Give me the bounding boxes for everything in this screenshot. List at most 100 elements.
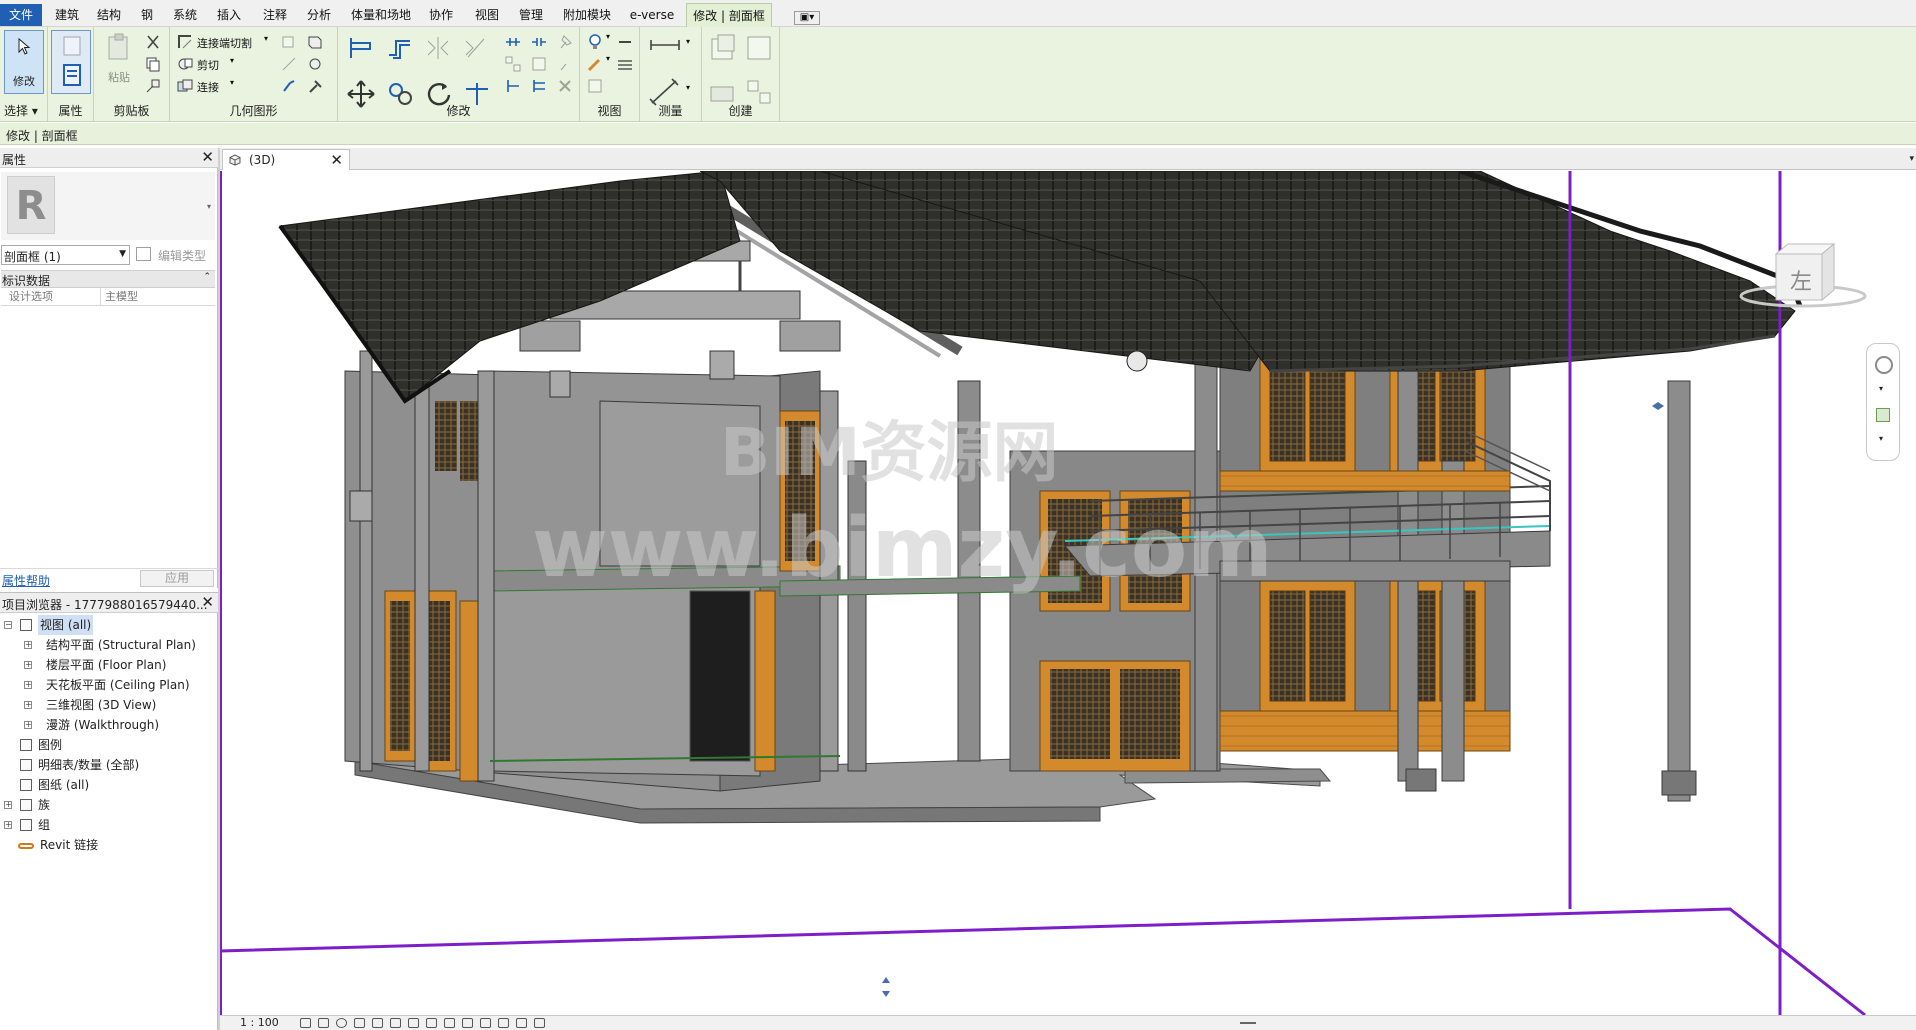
- cut-label[interactable]: 剪切: [197, 57, 219, 73]
- align-icon[interactable]: [348, 35, 376, 61]
- unpin-icon[interactable]: [556, 55, 574, 73]
- expand-icon[interactable]: +: [24, 641, 32, 649]
- browser-node[interactable]: + 组: [0, 815, 218, 835]
- instance-filter-select[interactable]: 剖面框 (1) ▼: [1, 245, 130, 265]
- analysis-display-icon[interactable]: [498, 1018, 509, 1028]
- viewcube[interactable]: 左: [1738, 236, 1868, 316]
- expand-icon[interactable]: +: [4, 801, 12, 809]
- split-gap-icon[interactable]: [530, 33, 548, 51]
- bulb-dropdown-icon[interactable]: ▾: [606, 32, 610, 41]
- demolish-icon[interactable]: [280, 77, 298, 95]
- pin-icon[interactable]: [556, 33, 574, 51]
- connect-cut-label[interactable]: 连接端切割: [197, 35, 252, 51]
- browser-node[interactable]: + 楼层平面 (Floor Plan): [0, 655, 218, 675]
- type-preview-dropdown-icon[interactable]: ▾: [207, 202, 211, 211]
- browser-node[interactable]: − 视图 (all): [0, 615, 218, 635]
- menu-tab-11[interactable]: 管理: [514, 3, 548, 27]
- delete-icon[interactable]: [556, 77, 574, 95]
- wall-join-icon[interactable]: [306, 33, 324, 51]
- show-crop-icon[interactable]: [408, 1018, 419, 1028]
- browser-node[interactable]: 图例: [0, 735, 218, 755]
- menu-tab-13[interactable]: e-verse: [624, 3, 680, 27]
- temp-view-properties-icon[interactable]: [480, 1018, 491, 1028]
- collapse-icon[interactable]: ⌃: [203, 272, 211, 282]
- measure-dropdown-icon[interactable]: ▾: [686, 37, 690, 46]
- type-preview[interactable]: R ▾: [1, 172, 215, 240]
- reveal-constraints-icon[interactable]: [534, 1018, 545, 1028]
- menu-tab-8[interactable]: 体量和场地: [346, 3, 416, 27]
- dimension-dropdown-icon[interactable]: ▾: [686, 83, 690, 92]
- browser-node[interactable]: 明细表/数量 (全部): [0, 755, 218, 775]
- wheel-dropdown-icon[interactable]: ▾: [1879, 384, 1883, 393]
- browser-node[interactable]: + 族: [0, 795, 218, 815]
- trim-multiple-icon[interactable]: [530, 77, 548, 95]
- viewcube-face-label[interactable]: 左: [1790, 264, 1812, 296]
- expand-icon[interactable]: +: [24, 681, 32, 689]
- reveal-hidden-icon[interactable]: [462, 1018, 473, 1028]
- render-icon[interactable]: [372, 1018, 383, 1028]
- expand-icon[interactable]: +: [24, 721, 32, 729]
- split-element-icon[interactable]: [504, 33, 522, 51]
- detail-level-icon[interactable]: [300, 1018, 311, 1028]
- tab-menu-icon[interactable]: ▾: [1909, 154, 1914, 164]
- join-label[interactable]: 连接: [197, 79, 219, 95]
- mirror-draw-icon[interactable]: [462, 35, 490, 61]
- modify-button[interactable]: 修改: [4, 30, 44, 94]
- menu-tab-15[interactable]: ▣▾: [794, 11, 820, 25]
- view-filter-icon[interactable]: [586, 77, 604, 95]
- join-dropdown-icon[interactable]: ▾: [230, 78, 234, 87]
- view-scale[interactable]: 1 : 100: [240, 1016, 279, 1030]
- hide-element-icon[interactable]: [616, 33, 634, 51]
- measure-icon[interactable]: [648, 35, 682, 55]
- menu-tab-12[interactable]: 附加模块: [558, 3, 616, 27]
- menu-tab-6[interactable]: 注释: [258, 3, 292, 27]
- menu-tab-4[interactable]: 系统: [168, 3, 202, 27]
- properties-button[interactable]: [51, 30, 91, 94]
- collapse-icon[interactable]: −: [4, 621, 12, 629]
- properties-close-icon[interactable]: ✕: [201, 149, 214, 165]
- paint-icon[interactable]: [306, 55, 324, 73]
- bulb-icon[interactable]: [586, 33, 604, 51]
- create-assembly-icon[interactable]: [708, 33, 738, 63]
- lock-view-icon[interactable]: [426, 1018, 437, 1028]
- tab-3d-view[interactable]: (3D) ✕: [222, 149, 350, 170]
- expand-icon[interactable]: +: [24, 701, 32, 709]
- menu-tab-9[interactable]: 协作: [424, 3, 458, 27]
- expand-icon[interactable]: +: [4, 821, 12, 829]
- array-icon[interactable]: [504, 55, 522, 73]
- connect-cut-dropdown-icon[interactable]: ▾: [264, 34, 268, 43]
- visual-style-icon[interactable]: [318, 1018, 329, 1028]
- split-face-icon[interactable]: [280, 55, 298, 73]
- browser-close-icon[interactable]: ✕: [201, 594, 214, 610]
- browser-node[interactable]: + 结构平面 (Structural Plan): [0, 635, 218, 655]
- browser-node[interactable]: Revit 链接: [0, 835, 218, 855]
- edit-type-button[interactable]: 编辑类型: [136, 245, 216, 265]
- temp-hide-icon[interactable]: [444, 1018, 455, 1028]
- select-dropdown[interactable]: 选择 ▾: [4, 102, 47, 119]
- steering-wheel-icon[interactable]: [1875, 356, 1893, 374]
- paste-icon[interactable]: [106, 33, 132, 63]
- hammer-icon[interactable]: [306, 77, 324, 95]
- menu-tab-2[interactable]: 结构: [92, 3, 126, 27]
- offset-icon[interactable]: [386, 35, 414, 61]
- highlight-displacement-icon[interactable]: [516, 1018, 527, 1028]
- tab-close-icon[interactable]: ✕: [330, 151, 343, 169]
- join-icon[interactable]: [176, 77, 194, 95]
- override-brush-icon[interactable]: [586, 55, 604, 73]
- override-dropdown-icon[interactable]: ▾: [606, 54, 610, 63]
- apply-button[interactable]: 应用: [140, 570, 214, 587]
- category-identity-data[interactable]: 标识数据 ⌃: [1, 270, 215, 288]
- menu-tab-10[interactable]: 视图: [470, 3, 504, 27]
- expand-icon[interactable]: +: [24, 661, 32, 669]
- menu-tab-3[interactable]: 钢: [134, 3, 160, 27]
- zoom-dropdown-icon[interactable]: ▾: [1879, 434, 1883, 443]
- browser-node[interactable]: + 三维视图 (3D View): [0, 695, 218, 715]
- cut-icon[interactable]: [144, 33, 162, 51]
- menu-tab-5[interactable]: 插入: [212, 3, 246, 27]
- properties-help-link[interactable]: 属性帮助: [2, 572, 50, 589]
- navigation-bar[interactable]: ▾ ▾: [1866, 343, 1900, 461]
- sun-path-icon[interactable]: [336, 1018, 347, 1028]
- menu-tab-0[interactable]: 文件: [0, 4, 42, 26]
- browser-node[interactable]: + 天花板平面 (Ceiling Plan): [0, 675, 218, 695]
- cut-dropdown-icon[interactable]: ▾: [230, 56, 234, 65]
